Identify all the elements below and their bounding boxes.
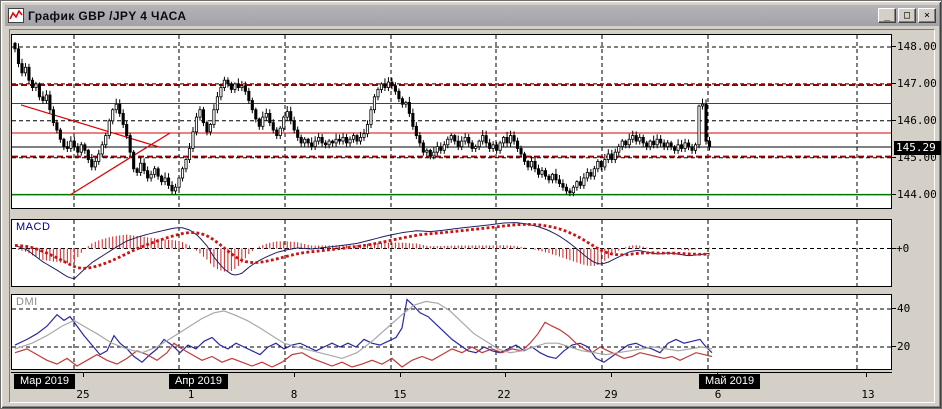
price-axis-label: 144.00 xyxy=(897,188,937,201)
window-title: График GBP /JPY 4 ЧАСА xyxy=(28,9,186,23)
day-label: 29 xyxy=(604,388,617,401)
day-label: 6 xyxy=(715,388,722,401)
time-axis-tick xyxy=(866,372,867,377)
macd-panel[interactable]: MACD xyxy=(11,219,892,287)
month-label: Мар 2019 xyxy=(14,374,75,389)
day-label: 8 xyxy=(291,388,298,401)
dmi-label: DMI xyxy=(16,296,38,308)
time-axis-tick xyxy=(611,372,612,377)
time-axis-tick xyxy=(505,372,506,377)
macd-zero-label: +0 xyxy=(896,242,909,255)
price-axis-tick xyxy=(891,83,896,84)
minimize-button[interactable]: _ xyxy=(878,8,896,23)
time-axis-tick xyxy=(294,372,295,377)
dmi-axis-tick xyxy=(891,346,896,347)
price-chart-panel[interactable] xyxy=(11,34,892,209)
close-button[interactable]: × xyxy=(918,8,936,23)
maximize-button[interactable]: □ xyxy=(898,8,916,23)
day-label: 1 xyxy=(188,388,195,401)
current-price-badge: 145.29 xyxy=(894,141,941,155)
day-label: 25 xyxy=(76,388,89,401)
chart-icon xyxy=(8,8,24,23)
dmi-panel[interactable]: DMI xyxy=(11,294,892,370)
price-axis-tick xyxy=(891,120,896,121)
day-label: 15 xyxy=(393,388,406,401)
price-axis-tick xyxy=(891,157,896,158)
price-axis-tick xyxy=(891,194,896,195)
month-label: Май 2019 xyxy=(699,374,760,389)
price-axis-label: 148.00 xyxy=(897,40,937,53)
time-axis-tick xyxy=(400,372,401,377)
macd-label: MACD xyxy=(16,221,50,233)
price-axis-label: 146.00 xyxy=(897,114,937,127)
time-axis-tick xyxy=(83,372,84,377)
titlebar[interactable]: График GBP /JPY 4 ЧАСА _ □ × xyxy=(5,5,939,26)
chart-window: График GBP /JPY 4 ЧАСА _ □ × MACD DMI 14… xyxy=(0,0,942,409)
price-axis-tick xyxy=(891,46,896,47)
dmi-axis-tick xyxy=(891,308,896,309)
dmi-axis-label: 20 xyxy=(897,340,910,353)
month-label: Апр 2019 xyxy=(169,374,228,389)
day-label: 13 xyxy=(861,388,874,401)
price-axis-label: 147.00 xyxy=(897,77,937,90)
day-label: 22 xyxy=(497,388,510,401)
dmi-axis-label: 40 xyxy=(897,302,910,315)
time-axis xyxy=(11,372,892,373)
